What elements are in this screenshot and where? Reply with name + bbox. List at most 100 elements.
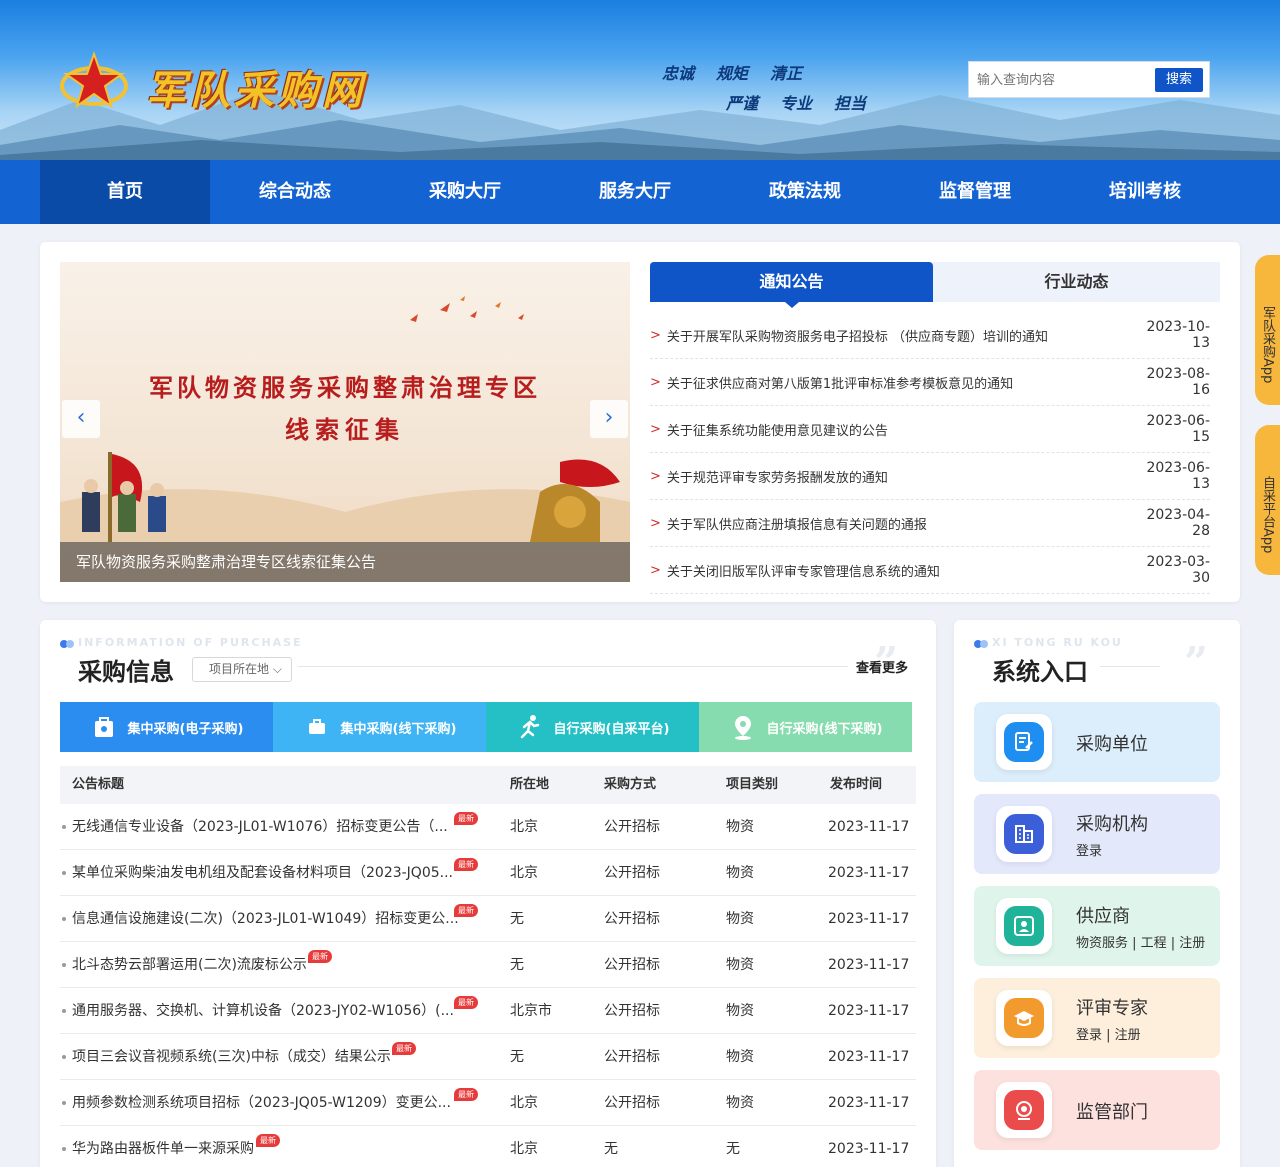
new-badge: 最新 — [454, 1088, 478, 1101]
nav-item-news[interactable]: 综合动态 — [210, 160, 380, 224]
notice-item[interactable]: > 关于关闭旧版军队评审专家管理信息系统的通知 2023-03-30 — [650, 547, 1210, 594]
notice-item[interactable]: > 关于征集系统功能使用意见建议的公告 2023-06-15 — [650, 406, 1210, 453]
runner-icon — [520, 715, 539, 739]
nav-item-home[interactable]: 首页 — [40, 160, 210, 224]
row-title[interactable]: 华为路由器板件单一来源采购 — [72, 1126, 254, 1167]
row-title[interactable]: 用频参数检测系统项目招标（2023-JQ05-W1209）变更公... — [72, 1080, 451, 1126]
system-entry-supplier[interactable]: 供应商 物资服务 | 工程 | 注册 — [974, 886, 1220, 966]
row-method: 公开招标 — [604, 1003, 660, 1019]
row-location: 北京 — [510, 1095, 538, 1111]
row-category: 物资 — [726, 1095, 754, 1111]
motto-word: 专业 — [780, 94, 813, 113]
nav-item-training[interactable]: 培训考核 — [1060, 160, 1230, 224]
notice-title[interactable]: 关于开展军队采购物资服务电子招投标 （供应商专题）培训的通知 — [667, 326, 1130, 345]
notice-title[interactable]: 关于军队供应商注册填报信息有关问题的通报 — [667, 514, 1130, 533]
system-entry-expert[interactable]: 评审专家 登录 | 注册 — [974, 978, 1220, 1058]
section-en-title: INFORMATION OF PURCHASE — [78, 636, 303, 649]
system-entry-links[interactable]: 登录 | 注册 — [1076, 1024, 1141, 1043]
site-header: 军队采购网 忠诚 规矩 清正 严谨 专业 担当 搜索 — [0, 0, 1280, 160]
new-badge: 最新 — [308, 950, 332, 963]
row-location: 北京市 — [510, 1003, 552, 1019]
table-row[interactable]: 用频参数检测系统项目招标（2023-JQ05-W1209）变更公... 最新 北… — [60, 1080, 916, 1126]
notice-item[interactable]: > 关于规范评审专家劳务报酬发放的通知 2023-06-13 — [650, 453, 1210, 500]
chevron-right-icon: > — [650, 468, 661, 484]
banner-headline: 军队物资服务采购整肃治理专区 — [149, 373, 541, 402]
system-entry-procurement-agency[interactable]: 采购机构 登录 — [974, 794, 1220, 874]
row-method: 公开招标 — [604, 1095, 660, 1111]
carousel-next-button[interactable]: › — [590, 400, 628, 438]
column-header-title: 公告标题 — [72, 777, 125, 792]
bullet-icon — [62, 917, 66, 921]
bullet-icon — [62, 871, 66, 875]
table-row[interactable]: 某单位采购柴油发电机组及配套设备材料项目（2023-JQ05... 最新 北京 … — [60, 850, 916, 896]
chevron-right-icon: > — [650, 374, 661, 390]
table-row[interactable]: 信息通信设施建设(二次)（2023-JL01-W1049）招标变更公... 最新… — [60, 896, 916, 942]
tab-notices[interactable]: 通知公告 — [650, 262, 933, 308]
notice-item[interactable]: > 关于开展军队采购物资服务电子招投标 （供应商专题）培训的通知 2023-10-1… — [650, 312, 1210, 359]
table-row[interactable]: 通用服务器、交换机、计算机设备（2023-JY02-W1056）(... 最新 … — [60, 988, 916, 1034]
webcam-icon — [1004, 1090, 1044, 1130]
chevron-right-icon: > — [650, 327, 661, 343]
system-entry-procurement-unit[interactable]: 采购单位 — [974, 702, 1220, 782]
nav-item-supervision[interactable]: 监督管理 — [890, 160, 1060, 224]
table-header: 公告标题 所在地 采购方式 项目类别 发布时间 — [60, 766, 916, 804]
column-header-method: 采购方式 — [604, 777, 657, 792]
category-tab-central-offline[interactable]: 集中采购(线下采购) — [273, 702, 486, 752]
table-row[interactable]: 北斗态势云部署运用(二次)流废标公示 最新 无 公开招标 物资 2023-11-… — [60, 942, 916, 988]
row-date: 2023-11-17 — [828, 1049, 910, 1065]
nav-item-policy[interactable]: 政策法规 — [720, 160, 890, 224]
row-method: 公开招标 — [604, 911, 660, 927]
motto-word: 担当 — [834, 94, 867, 113]
featured-card: 军队物资服务采购整肃治理专区 线索征集 ‹ › 军队物资服务采购整肃治理专区线索… — [40, 242, 1240, 602]
notice-title[interactable]: 关于关闭旧版军队评审专家管理信息系统的通知 — [667, 561, 1130, 580]
category-label: 集中采购(线下采购) — [340, 721, 457, 737]
new-badge: 最新 — [454, 996, 478, 1009]
system-entry-links[interactable]: 物资服务 | 工程 | 注册 — [1076, 932, 1205, 951]
divider — [1100, 666, 1160, 667]
banner-carousel[interactable]: 军队物资服务采购整肃治理专区 线索征集 ‹ › 军队物资服务采购整肃治理专区线索… — [60, 262, 630, 582]
table-row[interactable]: 华为路由器板件单一来源采购 最新 北京 无 无 2023-11-17 — [60, 1126, 916, 1167]
motto-line-1: 忠诚 规矩 清正 — [662, 60, 824, 84]
region-select[interactable]: 项目所在地 ⌵ — [192, 657, 292, 682]
carousel-prev-button[interactable]: ‹ — [62, 400, 100, 438]
table-row[interactable]: 项目三会议音视频系统(三次)中标（成交）结果公示 最新 无 公开招标 物资 20… — [60, 1034, 916, 1080]
row-title[interactable]: 项目三会议音视频系统(三次)中标（成交）结果公示 — [72, 1034, 391, 1080]
bullet-icon — [62, 1009, 66, 1013]
notice-item[interactable]: > 关于军队供应商注册填报信息有关问题的通报 2023-04-28 — [650, 500, 1210, 547]
row-category: 无 — [726, 1141, 740, 1157]
motto-word: 规矩 — [716, 64, 749, 83]
row-location: 北京 — [510, 819, 538, 835]
table-row[interactable]: 无线通信专业设备（2023-JL01-W1076）招标变更公告（... 最新 北… — [60, 804, 916, 850]
notice-item[interactable]: > 关于征求供应商对第八版第1批评审标准参考模板意见的通知 2023-08-16 — [650, 359, 1210, 406]
notice-title[interactable]: 关于征求供应商对第八版第1批评审标准参考模板意见的通知 — [667, 373, 1130, 392]
notice-date: 2023-08-16 — [1146, 366, 1210, 398]
search-button[interactable]: 搜索 — [1155, 68, 1203, 92]
category-tab-self-offline[interactable]: 自行采购(线下采购) — [699, 702, 912, 752]
notice-title[interactable]: 关于征集系统功能使用意见建议的公告 — [667, 420, 1130, 439]
row-title[interactable]: 北斗态势云部署运用(二次)流废标公示 — [72, 942, 307, 988]
system-entry-links[interactable]: 登录 — [1076, 840, 1102, 859]
category-tab-central-electronic[interactable]: 集中采购(电子采购) — [60, 702, 273, 752]
nav-item-procurement-hall[interactable]: 采购大厅 — [380, 160, 550, 224]
notice-title[interactable]: 关于规范评审专家劳务报酬发放的通知 — [667, 467, 1130, 486]
tab-industry-news[interactable]: 行业动态 — [935, 262, 1218, 302]
side-tab-self-procurement-app[interactable]: 自采平台App — [1255, 425, 1280, 575]
row-title[interactable]: 某单位采购柴油发电机组及配套设备材料项目（2023-JQ05... — [72, 850, 453, 896]
row-title[interactable]: 通用服务器、交换机、计算机设备（2023-JY02-W1056）(... — [72, 988, 454, 1034]
row-title[interactable]: 信息通信设施建设(二次)（2023-JL01-W1049）招标变更公... — [72, 896, 459, 942]
banner-caption[interactable]: 军队物资服务采购整肃治理专区线索征集公告 — [60, 542, 630, 582]
see-more-link[interactable]: 查看更多 — [856, 657, 908, 676]
bullet-icon — [62, 1147, 66, 1151]
system-entry-supervision[interactable]: 监管部门 — [974, 1070, 1220, 1150]
side-tab-army-app[interactable]: 军队采购App — [1255, 255, 1280, 405]
nav-item-service-hall[interactable]: 服务大厅 — [550, 160, 720, 224]
notice-tabs: 通知公告 行业动态 — [650, 262, 1220, 308]
category-tab-self-platform[interactable]: 自行采购(自采平台) — [486, 702, 699, 752]
new-badge: 最新 — [454, 812, 478, 825]
row-title[interactable]: 无线通信专业设备（2023-JL01-W1076）招标变更公告（... — [72, 804, 448, 850]
row-location: 无 — [510, 1049, 524, 1065]
new-badge: 最新 — [454, 904, 478, 917]
row-date: 2023-11-17 — [828, 1003, 910, 1019]
banner-subheadline: 线索征集 — [285, 415, 405, 444]
search-input[interactable] — [977, 70, 1147, 90]
